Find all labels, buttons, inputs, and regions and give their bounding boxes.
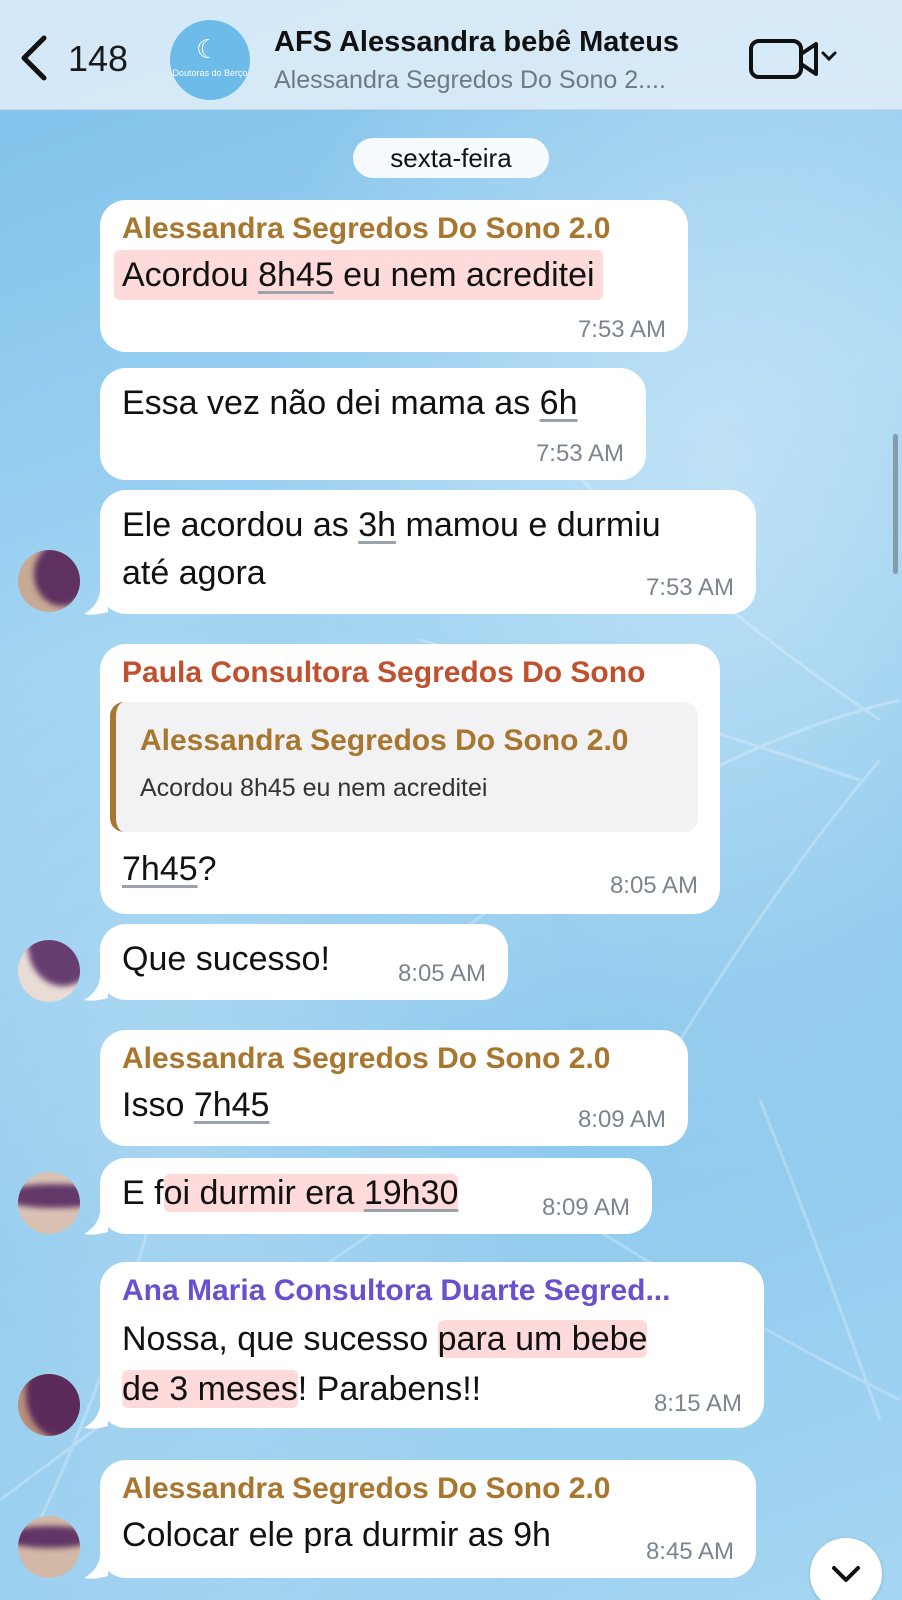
bubble-tail xyxy=(84,1556,108,1579)
video-call-button[interactable] xyxy=(748,36,838,82)
message-text-line2: de 3 meses! Parabens!! xyxy=(122,1370,482,1408)
message-time: 8:09 AM xyxy=(541,1194,630,1221)
time-link[interactable]: 7h45 xyxy=(122,850,198,888)
message-time: 8:15 AM xyxy=(653,1390,742,1417)
scrollbar[interactable] xyxy=(893,434,898,574)
bubble-tail xyxy=(84,1212,108,1235)
time-link[interactable]: 7h45 xyxy=(194,1086,270,1124)
scroll-down-button[interactable] xyxy=(810,1538,882,1600)
avatar[interactable] xyxy=(18,940,80,1002)
group-avatar[interactable]: ☾ Doutoras do Berço xyxy=(170,20,250,100)
chat-title[interactable]: AFS Alessandra bebê Mateus xyxy=(274,26,679,59)
message-text: E foi durmir era 19h30 xyxy=(122,1174,459,1212)
message-text: Que sucesso! xyxy=(122,940,330,978)
redaction-scribble xyxy=(28,940,80,986)
bubble-tail xyxy=(84,978,108,1001)
message-bubble[interactable]: Ana Maria Consultora Duarte Segred... No… xyxy=(100,1262,764,1428)
avatar[interactable] xyxy=(18,1172,80,1234)
message-bubble[interactable]: Ele acordou as 3h mamou e durmiu até ago… xyxy=(100,490,756,614)
avatar[interactable] xyxy=(18,1516,80,1578)
message-bubble[interactable]: Paula Consultora Segredos Do Sono Alessa… xyxy=(100,644,720,914)
message-time: 7:53 AM xyxy=(577,316,666,343)
avatar[interactable] xyxy=(18,550,80,612)
message-bubble[interactable]: E foi durmir era 19h30 8:09 AM xyxy=(100,1158,652,1234)
redaction-scribble xyxy=(18,1526,80,1548)
chat-subtitle[interactable]: Alessandra Segredos Do Sono 2.... xyxy=(274,66,666,95)
message-sender[interactable]: Ana Maria Consultora Duarte Segred... xyxy=(122,1274,670,1308)
quoted-sender: Alessandra Segredos Do Sono 2.0 xyxy=(140,724,629,757)
message-text: Acordou 8h45 eu nem acreditei xyxy=(114,250,603,300)
message-sender[interactable]: Paula Consultora Segredos Do Sono xyxy=(122,656,645,690)
message-text: Isso 7h45 xyxy=(122,1086,270,1124)
message-text: Colocar ele pra durmir as 9h xyxy=(122,1516,551,1554)
quoted-text: Acordou 8h45 eu nem acreditei xyxy=(140,774,488,802)
chat-header: 148 ☾ Doutoras do Berço AFS Alessandra b… xyxy=(0,0,902,110)
date-separator: sexta-feira xyxy=(353,138,549,178)
message-bubble[interactable]: Essa vez não dei mama as 6h 7:53 AM xyxy=(100,368,646,480)
time-link[interactable]: 8h45 xyxy=(258,256,334,294)
message-time: 7:53 AM xyxy=(535,440,624,467)
message-time: 8:05 AM xyxy=(609,872,698,899)
bubble-tail xyxy=(84,592,108,615)
moon-icon: ☾ xyxy=(196,34,220,64)
message-time: 8:45 AM xyxy=(645,1538,734,1565)
redaction-scribble xyxy=(34,550,80,606)
video-camera-icon xyxy=(749,39,837,79)
group-avatar-label: Doutoras do Berço xyxy=(172,68,248,78)
message-time: 8:09 AM xyxy=(577,1106,666,1133)
message-sender[interactable]: Alessandra Segredos Do Sono 2.0 xyxy=(122,1472,610,1506)
message-text: Ele acordou as 3h mamou e durmiu xyxy=(122,506,661,544)
message-bubble[interactable]: Que sucesso! 8:05 AM xyxy=(100,924,508,1000)
message-text: Nossa, que sucesso para um bebe xyxy=(122,1320,648,1358)
message-time: 8:05 AM xyxy=(397,960,486,987)
message-text: Essa vez não dei mama as 6h xyxy=(122,384,578,422)
redaction-scribble xyxy=(18,1184,80,1208)
back-button[interactable] xyxy=(14,34,54,82)
message-sender[interactable]: Alessandra Segredos Do Sono 2.0 xyxy=(122,212,610,246)
chevron-left-icon xyxy=(21,35,47,81)
message-bubble[interactable]: Alessandra Segredos Do Sono 2.0 Colocar … xyxy=(100,1460,756,1578)
quoted-message[interactable]: Alessandra Segredos Do Sono 2.0 Acordou … xyxy=(110,702,698,832)
redaction-scribble xyxy=(26,1374,80,1436)
message-text: 7h45? xyxy=(122,850,217,888)
unread-count[interactable]: 148 xyxy=(68,38,128,80)
bubble-tail xyxy=(84,1406,108,1429)
message-sender[interactable]: Alessandra Segredos Do Sono 2.0 xyxy=(122,1042,610,1076)
avatar[interactable] xyxy=(18,1374,80,1436)
message-text-line2: até agora xyxy=(122,554,266,592)
time-link[interactable]: 6h xyxy=(540,384,578,422)
time-link[interactable]: 19h30 xyxy=(364,1174,459,1212)
message-bubble[interactable]: Alessandra Segredos Do Sono 2.0 Acordou … xyxy=(100,200,688,352)
message-time: 7:53 AM xyxy=(645,574,734,601)
message-bubble[interactable]: Alessandra Segredos Do Sono 2.0 Isso 7h4… xyxy=(100,1030,688,1146)
chevron-down-icon xyxy=(832,1566,860,1582)
time-link[interactable]: 3h xyxy=(358,506,396,544)
